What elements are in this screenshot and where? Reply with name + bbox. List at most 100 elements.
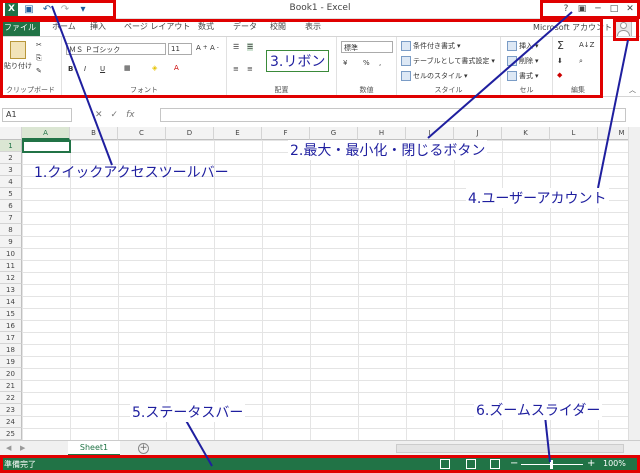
cell-styles-button[interactable]: セルのスタイル ▾ bbox=[401, 71, 468, 81]
tab-review[interactable]: 校閲 bbox=[270, 21, 286, 32]
row-header[interactable]: 7 bbox=[0, 212, 22, 224]
paste-button[interactable]: 貼り付け bbox=[4, 41, 32, 71]
vertical-scrollbar[interactable] bbox=[628, 127, 640, 440]
align-left-icon[interactable]: ≡ bbox=[233, 65, 239, 73]
row-header[interactable]: 17 bbox=[0, 332, 22, 344]
shrink-font-icon[interactable]: A- bbox=[210, 44, 219, 52]
grow-font-icon[interactable]: A + bbox=[196, 44, 208, 52]
conditional-format-button[interactable]: 条件付き書式 ▾ bbox=[401, 41, 461, 51]
zoom-out-button[interactable]: − bbox=[510, 458, 518, 469]
tab-view[interactable]: 表示 bbox=[305, 21, 321, 32]
row-header[interactable]: 24 bbox=[0, 416, 22, 428]
row-header[interactable]: 13 bbox=[0, 284, 22, 296]
bold-button[interactable]: B bbox=[68, 65, 73, 73]
add-sheet-button[interactable]: + bbox=[138, 443, 149, 454]
format-painter-icon[interactable]: ✎ bbox=[36, 67, 42, 75]
cancel-icon[interactable]: ✕ bbox=[95, 110, 103, 120]
row-header[interactable]: 5 bbox=[0, 188, 22, 200]
currency-icon[interactable]: ¥ bbox=[343, 59, 347, 67]
minimize-icon[interactable]: ─ bbox=[590, 1, 606, 17]
fill-color-icon[interactable]: ◈ bbox=[152, 64, 157, 72]
percent-button[interactable]: % bbox=[363, 59, 370, 67]
column-header[interactable]: A bbox=[22, 127, 70, 140]
row-header[interactable]: 2 bbox=[0, 152, 22, 164]
active-cell[interactable] bbox=[22, 140, 71, 153]
sheet-tab[interactable]: Sheet1 bbox=[68, 441, 120, 456]
italic-button[interactable]: I bbox=[84, 65, 86, 73]
row-header[interactable]: 4 bbox=[0, 176, 22, 188]
cut-icon[interactable]: ✂ bbox=[36, 41, 42, 49]
horizontal-scrollbar[interactable] bbox=[396, 444, 624, 453]
copy-icon[interactable]: ⎘ bbox=[36, 54, 42, 63]
sort-filter-icon[interactable]: A↓Z bbox=[579, 41, 594, 49]
zoom-slider-thumb[interactable] bbox=[550, 460, 553, 469]
prev-sheet-icon[interactable]: ◀ bbox=[6, 444, 11, 452]
row-header[interactable]: 16 bbox=[0, 320, 22, 332]
row-header[interactable]: 12 bbox=[0, 272, 22, 284]
row-header[interactable]: 3 bbox=[0, 164, 22, 176]
format-as-table-button[interactable]: テーブルとして書式設定 ▾ bbox=[401, 56, 495, 66]
clear-icon[interactable]: ◆ bbox=[557, 71, 562, 79]
tab-file[interactable]: ファイル bbox=[0, 19, 40, 36]
column-header[interactable]: J bbox=[454, 127, 502, 140]
row-header[interactable]: 19 bbox=[0, 356, 22, 368]
column-header[interactable]: M bbox=[598, 127, 628, 140]
row-header[interactable]: 10 bbox=[0, 248, 22, 260]
row-header[interactable]: 25 bbox=[0, 428, 22, 440]
select-all-corner[interactable] bbox=[0, 127, 22, 140]
column-header[interactable]: K bbox=[502, 127, 550, 140]
align-middle-icon[interactable]: ☰ bbox=[247, 43, 254, 51]
row-header[interactable]: 6 bbox=[0, 200, 22, 212]
align-center-icon[interactable]: ≡ bbox=[247, 65, 253, 73]
column-header[interactable]: H bbox=[358, 127, 406, 140]
row-header[interactable]: 15 bbox=[0, 308, 22, 320]
row-header[interactable]: 22 bbox=[0, 392, 22, 404]
tab-home[interactable]: ホーム bbox=[52, 21, 76, 32]
tab-formulas[interactable]: 数式 bbox=[198, 21, 214, 32]
column-header[interactable]: C bbox=[118, 127, 166, 140]
column-header[interactable]: E bbox=[214, 127, 262, 140]
row-header[interactable]: 8 bbox=[0, 224, 22, 236]
delete-button[interactable]: 削除 ▾ bbox=[507, 56, 539, 66]
enter-icon[interactable]: ✓ bbox=[111, 110, 119, 120]
row-header[interactable]: 18 bbox=[0, 344, 22, 356]
column-header[interactable]: D bbox=[166, 127, 214, 140]
autosum-button[interactable]: Σ bbox=[557, 39, 564, 52]
column-header[interactable]: L bbox=[550, 127, 598, 140]
zoom-percent[interactable]: 100% bbox=[603, 459, 626, 468]
row-header[interactable]: 14 bbox=[0, 296, 22, 308]
page-layout-view-icon[interactable] bbox=[466, 459, 476, 469]
row-header[interactable]: 11 bbox=[0, 260, 22, 272]
ribbon-display-icon[interactable]: ▣ bbox=[574, 1, 590, 17]
underline-button[interactable]: U bbox=[100, 65, 105, 73]
column-header[interactable]: F bbox=[262, 127, 310, 140]
zoom-in-button[interactable]: + bbox=[587, 458, 595, 469]
insert-button[interactable]: 挿入 ▾ bbox=[507, 41, 539, 51]
font-name-select[interactable]: ＭＳ Ｐゴシック bbox=[66, 43, 166, 55]
collapse-ribbon-icon[interactable]: ︿ bbox=[629, 85, 636, 95]
user-avatar-icon[interactable] bbox=[614, 18, 632, 38]
help-icon[interactable]: ? bbox=[558, 1, 574, 17]
tab-page-layout[interactable]: ページ レイアウト bbox=[124, 21, 190, 32]
maximize-icon[interactable]: □ bbox=[606, 1, 622, 17]
format-button[interactable]: 書式 ▾ bbox=[507, 71, 539, 81]
row-header[interactable]: 20 bbox=[0, 368, 22, 380]
close-icon[interactable]: ✕ bbox=[622, 1, 638, 17]
cells-area[interactable] bbox=[22, 140, 628, 440]
row-header[interactable]: 23 bbox=[0, 404, 22, 416]
row-header[interactable]: 1 bbox=[0, 140, 22, 152]
number-format-select[interactable]: 標準 bbox=[341, 41, 393, 53]
tab-data[interactable]: データ bbox=[233, 21, 257, 32]
find-icon[interactable]: ⌕ bbox=[579, 57, 583, 66]
align-top-icon[interactable]: ☰ bbox=[233, 43, 239, 51]
column-header[interactable]: G bbox=[310, 127, 358, 140]
next-sheet-icon[interactable]: ▶ bbox=[20, 444, 25, 452]
row-header[interactable]: 9 bbox=[0, 236, 22, 248]
tab-insert[interactable]: 挿入 bbox=[90, 21, 106, 32]
insert-function-icon[interactable]: fx bbox=[126, 110, 135, 120]
font-color-icon[interactable]: A bbox=[174, 64, 179, 72]
column-header[interactable]: B bbox=[70, 127, 118, 140]
name-box[interactable]: A1 bbox=[2, 108, 72, 122]
formula-input[interactable] bbox=[160, 108, 626, 122]
page-break-view-icon[interactable] bbox=[490, 459, 500, 469]
